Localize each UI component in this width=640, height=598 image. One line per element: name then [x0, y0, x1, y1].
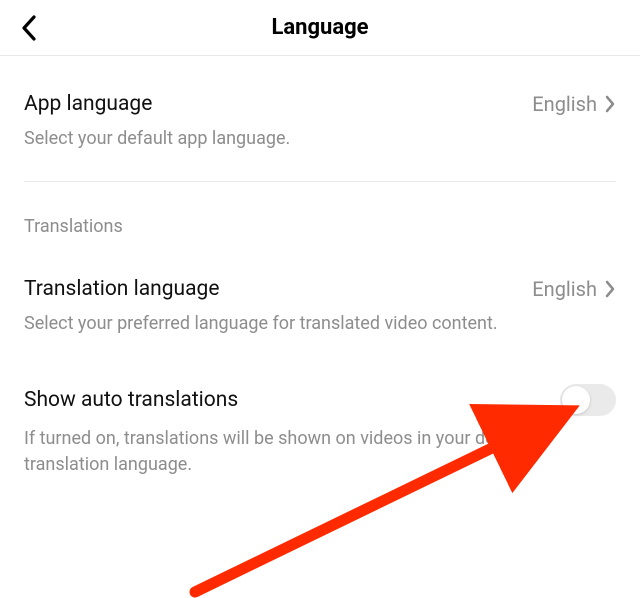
header: Language — [0, 0, 640, 56]
chevron-right-icon — [605, 95, 616, 113]
translation-language-label: Translation language — [24, 277, 219, 301]
page-title: Language — [271, 15, 368, 40]
content: App language English Select your default… — [0, 56, 640, 497]
app-language-value: English — [532, 92, 597, 116]
show-auto-translations-toggle[interactable] — [560, 384, 616, 416]
app-language-value-wrap: English — [532, 92, 616, 116]
chevron-right-icon — [605, 280, 616, 298]
chevron-left-icon — [20, 14, 38, 42]
app-language-row[interactable]: App language English — [24, 56, 616, 126]
show-auto-translations-label: Show auto translations — [24, 388, 238, 412]
translation-language-value: English — [532, 277, 597, 301]
show-auto-translations-description: If turned on, translations will be shown… — [24, 426, 616, 496]
translation-language-description: Select your preferred language for trans… — [24, 311, 616, 356]
translation-language-value-wrap: English — [532, 277, 616, 301]
toggle-knob — [562, 386, 590, 414]
show-auto-translations-row: Show auto translations — [24, 356, 616, 426]
back-button[interactable] — [20, 14, 38, 42]
app-language-label: App language — [24, 92, 152, 116]
app-language-description: Select your default app language. — [24, 126, 616, 171]
translations-section-title: Translations — [24, 182, 616, 241]
translation-language-row[interactable]: Translation language English — [24, 241, 616, 311]
